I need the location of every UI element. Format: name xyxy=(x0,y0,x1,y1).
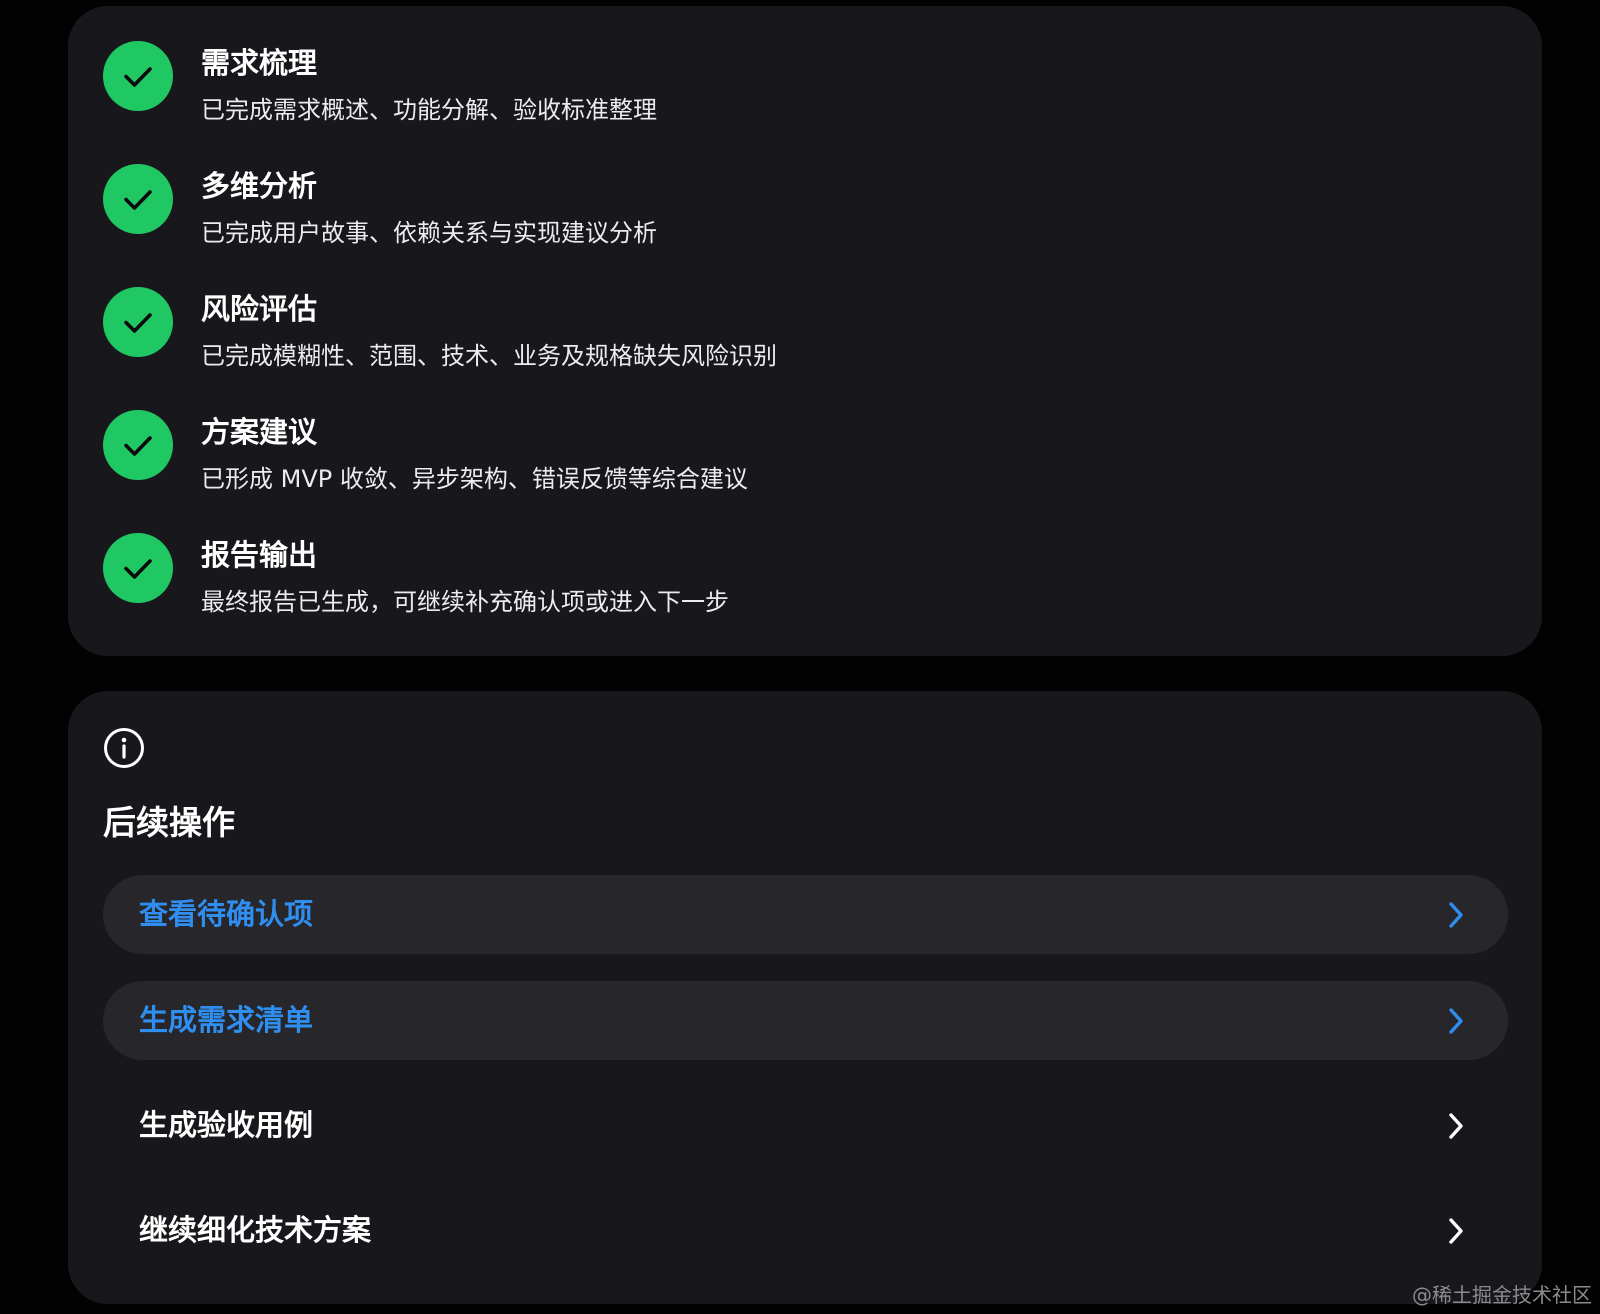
step-title: 需求梳理 xyxy=(201,46,318,80)
step-description: 已形成 MVP 收敛、异步架构、错误反馈等综合建议 xyxy=(201,465,748,493)
next-actions-card: 后续操作 查看待确认项 生成需求清单 生成验收用例 继续细化技术方案 xyxy=(68,691,1542,1304)
step-description: 已完成用户故事、依赖关系与实现建议分析 xyxy=(201,219,657,247)
chevron-right-icon xyxy=(1442,900,1470,930)
step-title: 多维分析 xyxy=(201,169,318,203)
step-title: 风险评估 xyxy=(201,292,318,326)
check-icon xyxy=(103,533,173,603)
action-label: 继续细化技术方案 xyxy=(139,1213,372,1247)
generate-requirements-list-button[interactable]: 生成需求清单 xyxy=(103,981,1508,1060)
generate-acceptance-cases-button[interactable]: 生成验收用例 xyxy=(103,1086,1508,1165)
view-pending-items-button[interactable]: 查看待确认项 xyxy=(103,875,1508,954)
progress-steps-card: 需求梳理 已完成需求概述、功能分解、验收标准整理 多维分析 已完成用户故事、依赖… xyxy=(68,6,1542,656)
watermark: @稀土掘金技术社区 xyxy=(1412,1283,1592,1307)
check-icon xyxy=(103,287,173,357)
action-label: 生成需求清单 xyxy=(139,1003,314,1037)
step-item-requirements: 需求梳理 已完成需求概述、功能分解、验收标准整理 xyxy=(103,41,1403,124)
step-description: 已完成需求概述、功能分解、验收标准整理 xyxy=(201,96,657,124)
check-icon xyxy=(103,410,173,480)
refine-technical-plan-button[interactable]: 继续细化技术方案 xyxy=(103,1191,1508,1270)
section-title: 后续操作 xyxy=(103,803,235,842)
check-icon xyxy=(103,41,173,111)
action-label: 查看待确认项 xyxy=(139,897,314,931)
step-title: 方案建议 xyxy=(201,415,318,449)
check-icon xyxy=(103,164,173,234)
chevron-right-icon xyxy=(1442,1006,1470,1036)
chevron-right-icon xyxy=(1442,1111,1470,1141)
action-label: 生成验收用例 xyxy=(139,1108,314,1142)
step-item-analysis: 多维分析 已完成用户故事、依赖关系与实现建议分析 xyxy=(103,164,1403,247)
step-item-risk: 风险评估 已完成模糊性、范围、技术、业务及规格缺失风险识别 xyxy=(103,287,1403,370)
step-title: 报告输出 xyxy=(201,538,318,572)
step-item-report: 报告输出 最终报告已生成，可继续补充确认项或进入下一步 xyxy=(103,533,1403,616)
step-item-proposal: 方案建议 已形成 MVP 收敛、异步架构、错误反馈等综合建议 xyxy=(103,410,1403,493)
chevron-right-icon xyxy=(1442,1216,1470,1246)
step-description: 已完成模糊性、范围、技术、业务及规格缺失风险识别 xyxy=(201,342,777,370)
info-icon xyxy=(103,727,145,769)
step-description: 最终报告已生成，可继续补充确认项或进入下一步 xyxy=(201,588,729,616)
